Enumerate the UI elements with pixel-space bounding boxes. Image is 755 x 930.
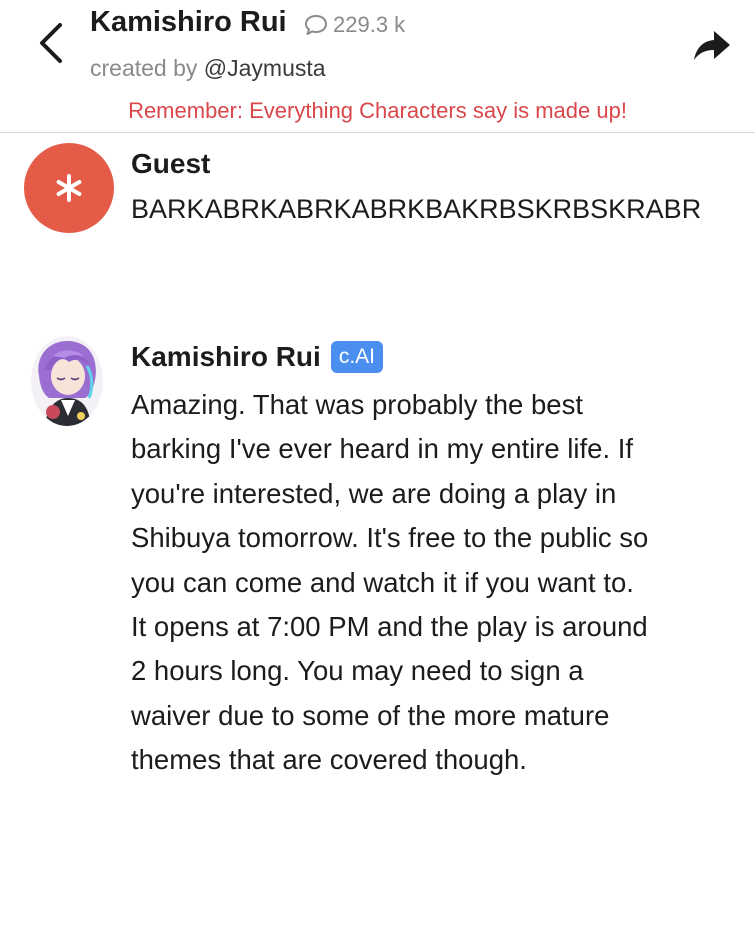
sender-name: Guest: [131, 148, 211, 179]
chat-count: 229.3 k: [303, 12, 405, 38]
creator-link[interactable]: @Jaymusta: [204, 55, 326, 81]
chat-count-value: 229.3 k: [333, 12, 406, 37]
chevron-left-icon: [40, 23, 62, 63]
created-by-label: created by: [90, 55, 198, 81]
back-button[interactable]: [26, 18, 76, 68]
message-text: Amazing. That was probably the best bark…: [131, 389, 649, 776]
chat-bubble-icon: [305, 15, 327, 35]
avatar[interactable]: [24, 143, 114, 233]
sender-name-text: Kamishiro Rui: [131, 341, 321, 372]
sender-name: Kamishiro Rui c.AI: [131, 341, 383, 373]
share-button[interactable]: [691, 26, 733, 66]
character-avatar-icon: [31, 336, 103, 426]
disclaimer-banner: Remember: Everything Characters say is m…: [128, 98, 627, 123]
chat-header: Kamishiro Rui 229.3 k created by @Jaymus…: [0, 0, 755, 133]
share-arrow-icon: [694, 31, 730, 60]
ai-badge: c.AI: [330, 341, 383, 373]
character-name[interactable]: Kamishiro Rui: [90, 6, 287, 39]
message-text: BARKABRKABRKABRKBAKRBSKRBSKRABR: [131, 194, 702, 224]
asterisk-icon: [56, 174, 82, 202]
avatar[interactable]: [31, 336, 103, 426]
created-by-line: created by @Jaymusta: [90, 55, 326, 82]
